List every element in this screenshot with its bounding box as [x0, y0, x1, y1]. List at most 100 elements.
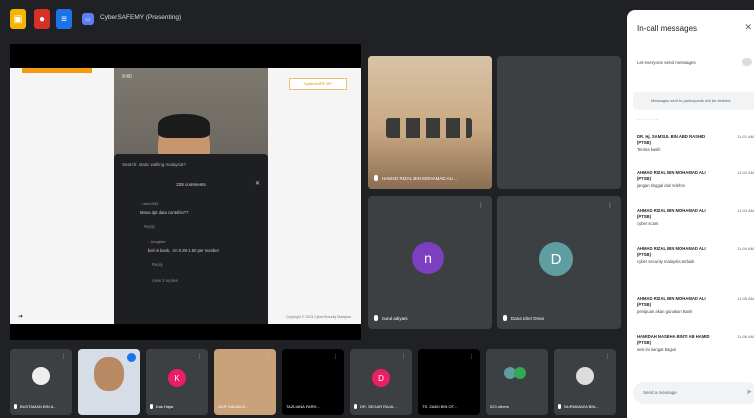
more-options-icon[interactable]: ⋮ — [265, 354, 270, 360]
presentation-title: CyberSAFEMY (Presenting) — [100, 14, 182, 21]
message-time: 11:05 AM — [737, 296, 754, 301]
view-replies: View 3 replies — [152, 278, 178, 283]
record-icon[interactable]: ● — [34, 9, 50, 29]
document-icon[interactable]: ≡ — [56, 9, 72, 29]
slide-footer: Copyright © 2023 CyberSecurity Malaysia — [285, 315, 351, 319]
more-options-icon[interactable]: ⋮ — [197, 354, 202, 360]
participant-tile[interactable]: ⋮ D Dana Idrel Omar — [497, 196, 621, 329]
close-icon: ✕ — [254, 181, 260, 187]
search-prompt: Search: static walling malaysia? — [122, 162, 186, 167]
message-sender: AHMAD RIZAL BIN MOHAMAD ALI (PTSB) — [637, 170, 706, 181]
message-item: AHMAD RIZAL BIN MOHAMAD ALI (PTSB) 11:03… — [637, 208, 754, 227]
participant-tile[interactable]: ⋮ K Kak Hajar — [146, 349, 208, 415]
files-app-icon[interactable]: ▣ — [10, 9, 26, 29]
comment-user: ··Jangkike — [148, 240, 166, 244]
mic-off-icon — [374, 175, 378, 181]
participant-name: Kak Hajar — [150, 404, 174, 409]
message-item: DR. Hj. SAMSUL BIN ABD RASHID (PTSB) 11:… — [637, 134, 754, 153]
mic-off-icon — [374, 315, 378, 321]
message-time: 11:03 AM — [737, 208, 754, 213]
person-hair — [158, 114, 210, 138]
send-icon[interactable]: ➤ — [746, 388, 752, 396]
message-time: 11:04 AM — [737, 246, 754, 251]
participant-tile[interactable]: ⋮ TS. ZAIDI BIN OT... — [418, 349, 480, 415]
more-options-icon[interactable]: ⋮ — [605, 354, 610, 360]
message-sender: DR. Hj. SAMSUL BIN ABD RASHID (PTSB) — [637, 134, 706, 145]
message-text: cyber security malaysia terbaik — [637, 259, 695, 264]
comments-count: 228 comments — [176, 182, 206, 187]
more-options-icon[interactable]: ⋮ — [607, 202, 613, 209]
top-bar: ▣ ● ≡ ▭ CyberSAFEMY (Presenting) — [0, 0, 627, 38]
pin-icon[interactable] — [127, 353, 136, 362]
cybersafe-logo: CyberSAFE MY — [289, 78, 347, 90]
comment-reply: Reply — [152, 262, 163, 267]
message-text: jangan tinggal dari telefon — [637, 183, 685, 188]
message-sender: AHMAD RIZAL BIN MOHAMAD ALI (PTSB) — [637, 208, 706, 219]
toggle-label: Let everyone send messages — [637, 60, 696, 65]
windows-decoration — [386, 118, 472, 138]
info-banner: Messages sent to participants will be de… — [633, 92, 754, 110]
mic-off-icon — [14, 404, 17, 409]
avatar: n — [412, 242, 444, 274]
avatar: D — [372, 369, 390, 387]
participant-name: Dana Idrel Omar — [503, 315, 544, 321]
more-options-icon[interactable]: ⋮ — [401, 354, 406, 360]
others-avatars — [504, 367, 530, 381]
participant-tile[interactable]: 523 others — [486, 349, 548, 415]
message-item: AHMAD RIZAL BIN MOHAMAD ALI (PTSB) 11:05… — [637, 296, 754, 315]
presentation-screen[interactable]: CyberSAFE MY 9:40 Search: static walling… — [10, 44, 361, 340]
participant-name-label: HAMAD RIZAL BIN MOHAMAD ALI... — [382, 175, 458, 181]
truncated-message: ... ... ... ... ... — [637, 116, 659, 121]
video-feed — [94, 357, 124, 391]
more-options-icon[interactable]: ⋮ — [478, 202, 484, 209]
comment-reply: Reply — [144, 224, 155, 229]
participant-tile[interactable] — [78, 349, 140, 415]
more-options-icon[interactable]: ⋮ — [469, 354, 474, 360]
participant-tile[interactable]: ⋮ NURMANIZA BIN... — [554, 349, 616, 415]
message-sender: HAMIDAH NASEHA BINTI AB HAMID (PTSB) — [637, 334, 710, 345]
more-options-icon[interactable]: ⋮ — [333, 354, 338, 360]
mic-off-icon — [503, 315, 507, 321]
participant-tile[interactable]: ⋮ BUSTAMAN BIN A... — [10, 349, 72, 415]
message-time: 11:06 AM — [737, 334, 754, 339]
avatar — [576, 367, 594, 385]
comment-text: Mana dpt data contohin?? — [140, 210, 189, 215]
avatar: D — [539, 242, 573, 276]
message-input[interactable]: Send a message — [633, 382, 754, 404]
message-item: HAMIDAH NASEHA BINTI AB HAMID (PTSB) 11:… — [637, 334, 754, 353]
panel-title: In-call messages — [637, 24, 698, 33]
comment-user: ··user1083 — [140, 202, 159, 206]
participant-tile[interactable]: HAMAD RIZAL BIN MOHAMAD ALI... — [368, 56, 492, 189]
message-time: 11:01 AM — [737, 134, 754, 139]
message-text: Terima kasih — [637, 147, 661, 152]
more-options-icon[interactable]: ⋮ — [61, 354, 66, 360]
participant-name: TS. ZAIDI BIN OT... — [422, 404, 457, 409]
participant-tile[interactable]: ⋮ TAZLIANA FARH... — [282, 349, 344, 415]
participant-name-label: Dana Idrel Omar — [511, 315, 545, 321]
phone-status-time: 9:40 — [122, 74, 132, 80]
empty-tile — [497, 56, 621, 189]
comment-text: beli ni bank.. rm 0.28-1.50 per number — [148, 248, 219, 253]
participant-name: DR. SEGAR RAJA... — [354, 404, 397, 409]
participant-name: nurul adiyani — [374, 315, 408, 321]
participant-tile[interactable]: ⋮ n nurul adiyani — [368, 196, 492, 329]
participant-tile[interactable]: ⋮ NUR SALWA B... — [214, 349, 276, 415]
participant-tile[interactable]: ⋮ D DR. SEGAR RAJA... — [350, 349, 412, 415]
presentation-icon: ▭ — [82, 13, 94, 25]
mic-off-icon — [558, 404, 561, 409]
participant-name-label: nurul adiyani — [382, 315, 408, 321]
comments-overlay: Search: static walling malaysia? 228 com… — [114, 154, 268, 324]
participant-name: HAMAD RIZAL BIN MOHAMAD ALI... — [374, 175, 457, 181]
message-text: penipuan akan gunakan Bank — [637, 309, 693, 314]
participant-name: BUSTAMAN BIN A... — [14, 404, 57, 409]
participant-name: NURMANIZA BIN... — [558, 404, 599, 409]
participant-name: NUR SALWA B... — [218, 404, 249, 409]
message-sender: AHMAD RIZAL BIN MOHAMAD ALI (PTSB) — [637, 296, 706, 307]
close-icon[interactable]: ✕ — [744, 22, 752, 33]
allow-messages-toggle[interactable] — [742, 58, 752, 66]
message-text: sesi ini sangat bagus — [637, 347, 677, 352]
avatar: K — [168, 369, 186, 387]
message-sender: AHMAD RIZAL BIN MOHAMAD ALI (PTSB) — [637, 246, 706, 257]
message-item: AHMAD RIZAL BIN MOHAMAD ALI (PTSB) 11:04… — [637, 246, 754, 265]
in-call-messages-panel: In-call messages ✕ Let everyone send mes… — [627, 10, 754, 418]
